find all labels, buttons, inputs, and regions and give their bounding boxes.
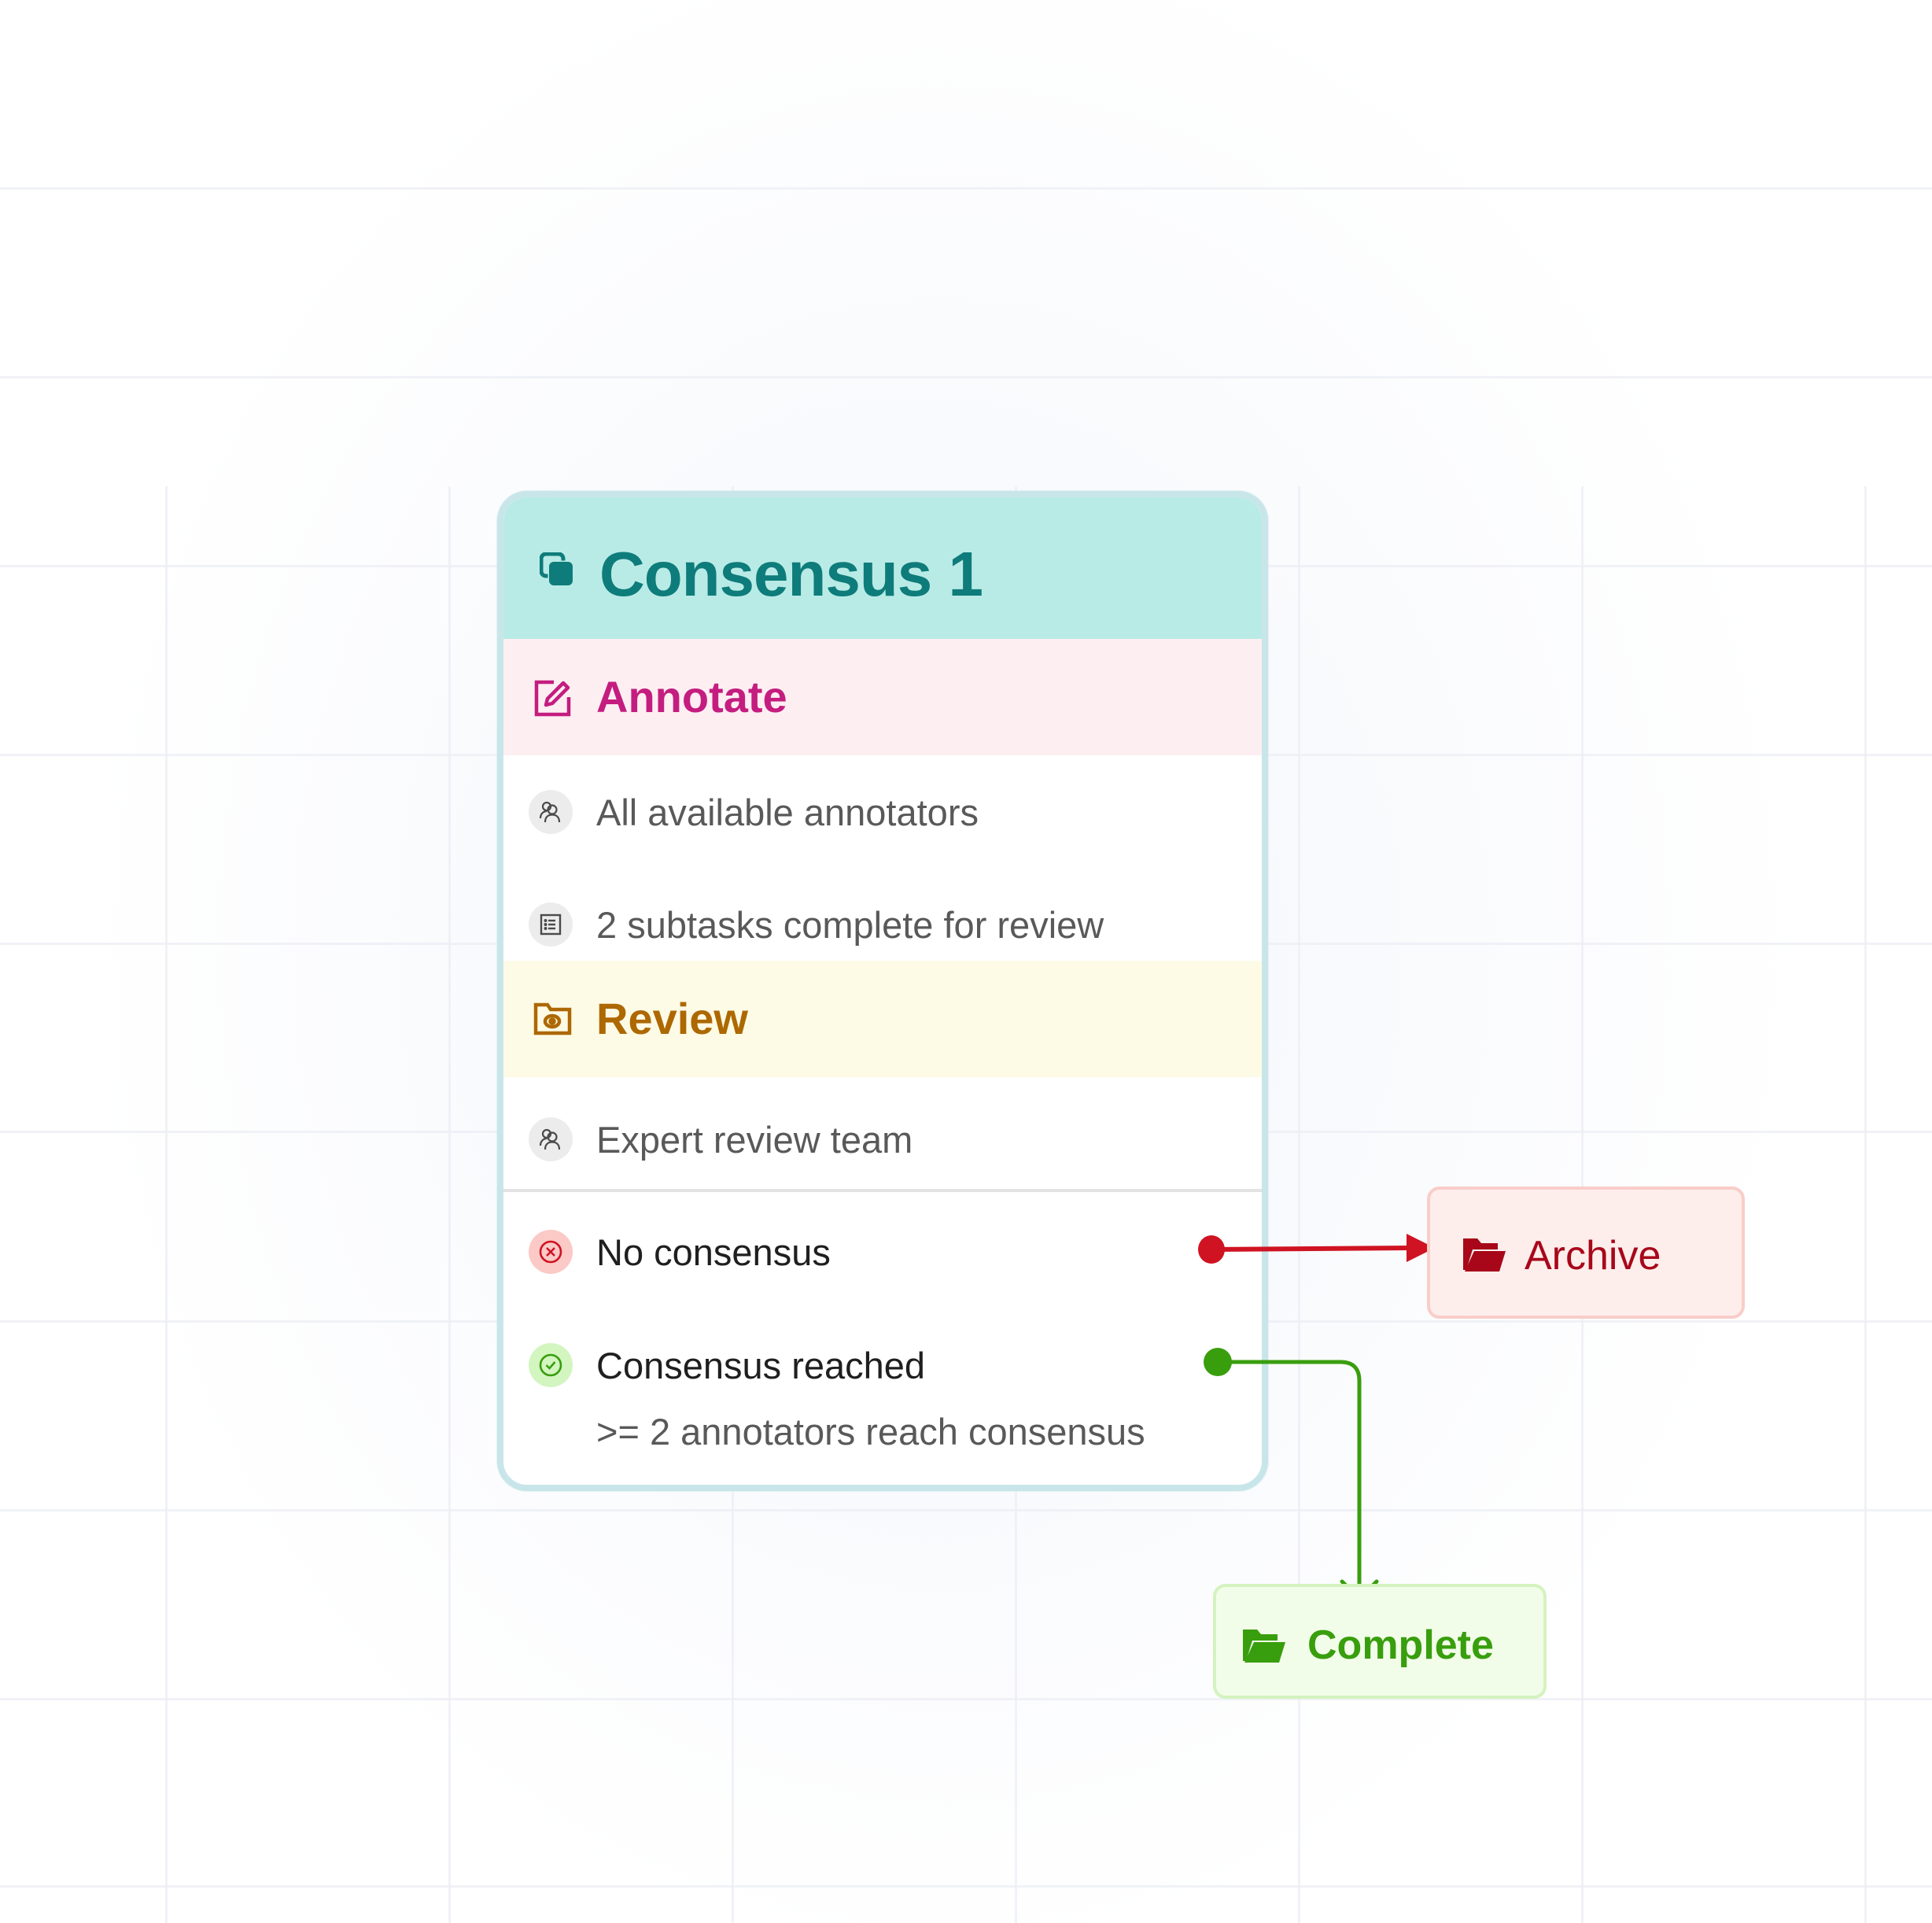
edit-icon bbox=[533, 678, 573, 718]
users-icon bbox=[529, 1117, 573, 1161]
consensus-rule-detail: >= 2 annotators reach consensus bbox=[596, 1411, 1145, 1452]
archive-label: Archive bbox=[1525, 1233, 1661, 1279]
outcome-consensus-reached[interactable]: Consensus reached bbox=[503, 1343, 1262, 1398]
folder-open-icon bbox=[1462, 1235, 1507, 1273]
section-divider bbox=[503, 1189, 1262, 1192]
grid-line bbox=[0, 1509, 1932, 1511]
folder-open-icon bbox=[1241, 1626, 1287, 1664]
archive-node[interactable]: Archive bbox=[1427, 1187, 1745, 1319]
assignee-label: All available annotators bbox=[596, 792, 979, 833]
consensus-stage-card[interactable]: Consensus 1 Annotate All available annot… bbox=[497, 491, 1268, 1491]
annotate-section[interactable]: Annotate bbox=[503, 639, 1262, 755]
grid-line bbox=[165, 486, 168, 1923]
x-circle-icon bbox=[529, 1230, 573, 1274]
outcome-label: No consensus bbox=[596, 1231, 831, 1273]
grid-line bbox=[448, 486, 451, 1923]
consensus-icon bbox=[539, 552, 574, 587]
reviewer-label: Expert review team bbox=[596, 1119, 913, 1161]
list-icon bbox=[529, 902, 573, 947]
completion-rule-row: 2 subtasks complete for review bbox=[503, 902, 1262, 958]
outcome-label: Consensus reached bbox=[596, 1345, 926, 1386]
users-icon bbox=[529, 790, 573, 834]
grid-line bbox=[0, 1698, 1932, 1700]
reviewer-row: Expert review team bbox=[503, 1117, 1262, 1172]
outcome-no-consensus[interactable]: No consensus bbox=[503, 1230, 1262, 1285]
assignee-row: All available annotators bbox=[503, 790, 1262, 845]
stage-header[interactable]: Consensus 1 bbox=[503, 497, 1262, 639]
grid-line bbox=[1864, 486, 1867, 1923]
grid-line bbox=[0, 1885, 1932, 1888]
grid-line bbox=[0, 376, 1932, 378]
check-circle-icon bbox=[529, 1343, 573, 1387]
review-title: Review bbox=[596, 994, 748, 1043]
grid-line bbox=[1298, 486, 1300, 1923]
stage-title: Consensus 1 bbox=[599, 539, 983, 609]
review-section[interactable]: Review bbox=[503, 961, 1262, 1077]
complete-label: Complete bbox=[1307, 1622, 1494, 1668]
annotate-title: Annotate bbox=[596, 672, 787, 722]
grid-line bbox=[0, 187, 1932, 190]
folder-eye-icon bbox=[533, 1002, 573, 1041]
complete-node[interactable]: Complete bbox=[1213, 1584, 1547, 1699]
completion-rule-label: 2 subtasks complete for review bbox=[596, 904, 1104, 946]
